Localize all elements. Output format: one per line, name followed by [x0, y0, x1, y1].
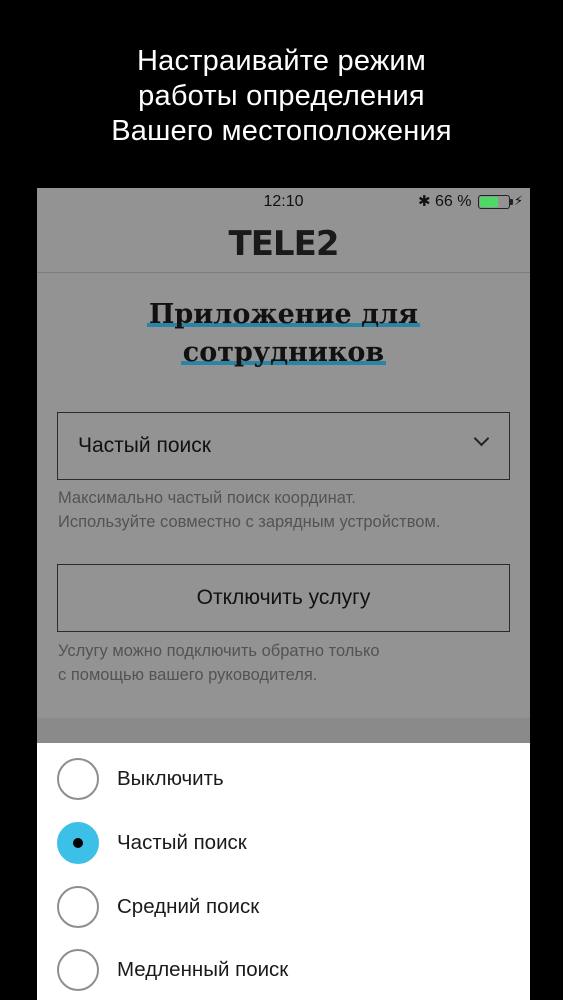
disable-service-label: Отключить услугу — [196, 586, 371, 609]
status-bar: 12:10 ✱ 66 % ⚡ — [37, 188, 530, 216]
title-line-1: Приложение для — [146, 299, 421, 330]
option-frequent[interactable]: Частый поиск — [57, 821, 507, 865]
option-medium[interactable]: Средний поиск — [57, 885, 507, 929]
option-slow-label: Медленный поиск — [117, 958, 289, 981]
chevron-down-icon — [473, 430, 490, 447]
radio-frequent-selected[interactable] — [57, 822, 99, 864]
tele2-logo: TELE2 — [228, 224, 340, 264]
mode-hint-line-2: Используйте совместно с зарядным устройс… — [58, 513, 441, 531]
option-slow[interactable]: Медленный поиск — [57, 948, 507, 992]
promo-line-2: работы определения — [138, 79, 425, 112]
battery-level-fill — [480, 197, 499, 207]
page-title: Приложение для сотрудников — [37, 296, 530, 372]
disable-service-button[interactable]: Отключить услугу — [57, 564, 510, 632]
charging-bolt-icon: ⚡ — [514, 193, 524, 208]
title-line-2: сотрудников — [180, 337, 387, 368]
option-off[interactable]: Выключить — [57, 757, 507, 801]
option-frequent-label: Частый поиск — [117, 831, 247, 854]
disable-service-hint: Услугу можно подключить обратно только с… — [58, 639, 380, 687]
disable-hint-line-2: с помощью вашего руководителя. — [58, 666, 318, 684]
promo-caption: Настраивайте режим работы определения Ва… — [0, 0, 563, 188]
disable-hint-line-1: Услугу можно подключить обратно только — [58, 642, 380, 660]
header-divider — [37, 272, 530, 273]
option-off-label: Выключить — [117, 767, 224, 790]
mode-dropdown-value: Частый поиск — [78, 434, 211, 457]
radio-medium[interactable] — [57, 886, 99, 928]
radio-slow[interactable] — [57, 949, 99, 991]
battery-percent: 66 % — [435, 193, 472, 210]
bluetooth-icon: ✱ — [418, 193, 431, 210]
promo-line-3: Вашего местоположения — [111, 114, 452, 147]
radio-off[interactable] — [57, 758, 99, 800]
mode-hint: Максимально частый поиск координат. Испо… — [58, 486, 440, 534]
promo-line-1: Настраивайте режим — [137, 44, 426, 77]
sheet-edge-shadow — [37, 718, 530, 744]
option-medium-label: Средний поиск — [117, 895, 260, 918]
mode-picker-sheet: Выключить Частый поиск Средний поиск Мед… — [37, 743, 530, 1000]
battery-icon — [478, 195, 513, 209]
mode-dropdown[interactable]: Частый поиск — [57, 412, 510, 480]
mode-hint-line-1: Максимально частый поиск координат. — [58, 489, 356, 507]
